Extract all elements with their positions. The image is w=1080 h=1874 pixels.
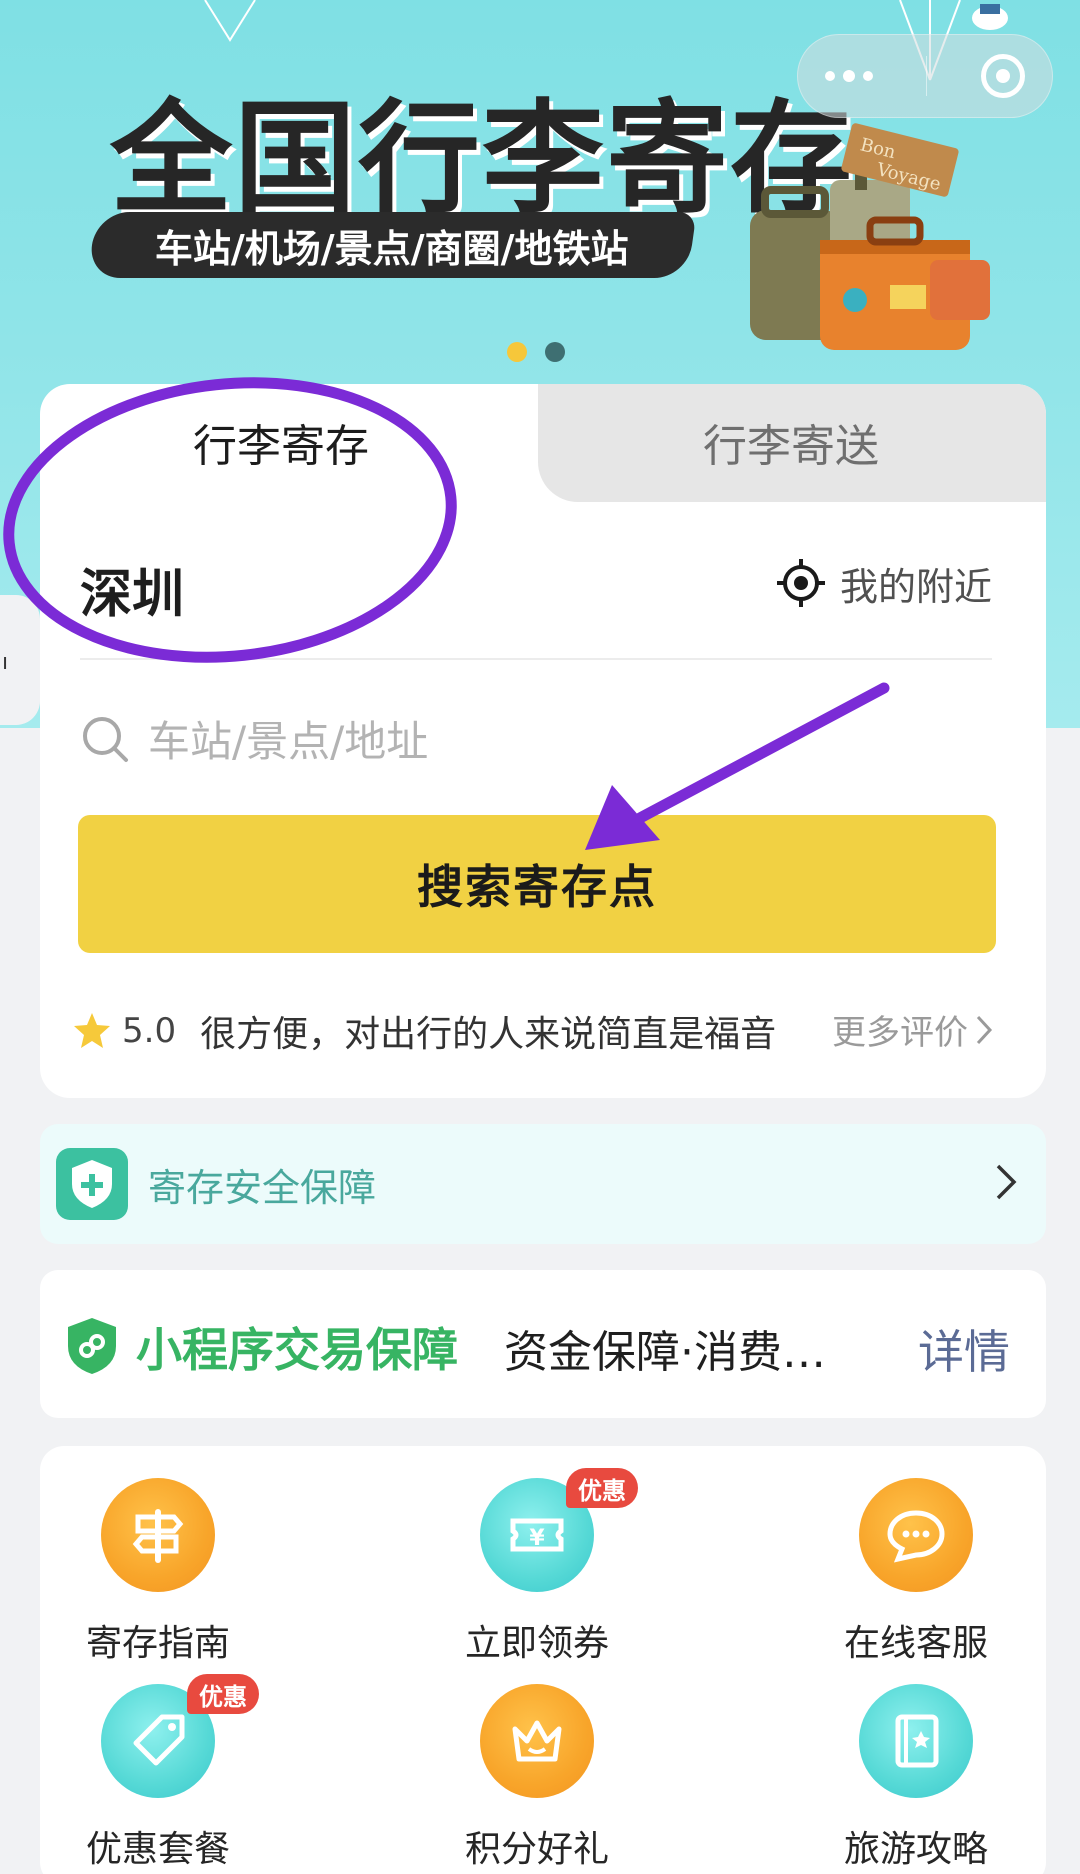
tab-luggage-delivery[interactable]: 行李寄送 (703, 410, 879, 474)
more-reviews-link[interactable]: 更多评价 (832, 1005, 994, 1054)
carousel-indicator (507, 342, 565, 362)
review-summary: 5.0 很方便，对出行的人来说简直是福音 (72, 1005, 776, 1057)
chevron-right-icon (976, 1015, 993, 1044)
capsule-divider (926, 56, 928, 96)
grid-item-travel-guide[interactable]: 旅游攻略 (806, 1684, 1026, 1872)
grid-item-label: 寄存指南 (85, 1623, 230, 1664)
tab-luggage-storage[interactable]: 行李寄存 (193, 410, 369, 474)
parachute-icon (204, 0, 256, 42)
more-dots-icon[interactable] (824, 70, 873, 82)
guarantee-details-link[interactable]: 详情 (918, 1316, 1010, 1382)
grid-item-label: 在线客服 (843, 1623, 988, 1664)
grid-item-label: 积分好礼 (464, 1829, 609, 1870)
grid-item-discount-package[interactable]: 优惠 优惠套餐 (48, 1674, 268, 1872)
grid-item-online-service[interactable]: 在线客服 (806, 1478, 1026, 1666)
search-input[interactable]: 车站/景点/地址 (80, 708, 428, 769)
nearby-label: 我的附近 (840, 564, 993, 609)
crown-icon (480, 1684, 594, 1798)
grid-item-label: 立即领券 (464, 1623, 609, 1664)
luggage-illustration: Bon Voyage (750, 123, 990, 350)
nearby-button[interactable]: 我的附近 (776, 558, 993, 609)
miniprogram-capsule (797, 34, 1053, 118)
coupon-icon: ¥ 优惠 (480, 1468, 638, 1592)
storage-safety-bar[interactable]: 寄存安全保障 (40, 1124, 1046, 1244)
guarantee-shield-icon (68, 1318, 116, 1374)
transaction-guarantee-bar[interactable]: 小程序交易保障 资金保障·消费… 详情 (40, 1270, 1046, 1418)
chat-icon (859, 1478, 973, 1592)
guidebook-icon (859, 1684, 973, 1798)
review-text: 很方便，对出行的人来说简直是福音 (200, 1014, 777, 1055)
locate-icon (777, 559, 825, 607)
review-score: 5.0 (122, 1011, 177, 1051)
close-target-icon[interactable] (981, 54, 1026, 98)
tag-icon: 优惠 (101, 1674, 259, 1798)
shield-plus-icon (56, 1148, 128, 1220)
city-selector[interactable]: 深圳 (80, 552, 184, 627)
discount-badge: 优惠 (566, 1468, 638, 1508)
banner-subtitle: 车站/机场/景点/商圈/地铁站 (87, 212, 697, 278)
signpost-icon (101, 1478, 215, 1592)
discount-badge: 优惠 (187, 1674, 259, 1714)
more-reviews-label: 更多评价 (832, 1013, 968, 1053)
edge-floating-tab[interactable]: ı (0, 595, 40, 725)
search-storage-button[interactable]: 搜索寄存点 (78, 815, 996, 953)
grid-item-label: 优惠套餐 (85, 1829, 230, 1870)
carousel-dot-active[interactable] (507, 342, 527, 362)
svg-text:¥: ¥ (529, 1526, 545, 1551)
guarantee-title: 小程序交易保障 (136, 1323, 458, 1377)
carousel-dot[interactable] (545, 342, 565, 362)
grid-item-storage-guide[interactable]: 寄存指南 (48, 1478, 268, 1666)
storage-safety-label: 寄存安全保障 (148, 1165, 377, 1210)
star-icon (74, 1013, 110, 1048)
chevron-right-icon (996, 1164, 1017, 1200)
guarantee-description: 资金保障·消费… (504, 1327, 826, 1378)
grid-item-get-coupon[interactable]: ¥ 优惠 立即领券 (427, 1468, 647, 1666)
search-icon (83, 716, 128, 762)
divider (80, 658, 992, 660)
grid-item-label: 旅游攻略 (843, 1829, 988, 1870)
grid-item-points-gifts[interactable]: 积分好礼 (427, 1684, 647, 1872)
search-placeholder: 车站/景点/地址 (148, 717, 429, 766)
edge-tab-text: ı (2, 650, 9, 675)
